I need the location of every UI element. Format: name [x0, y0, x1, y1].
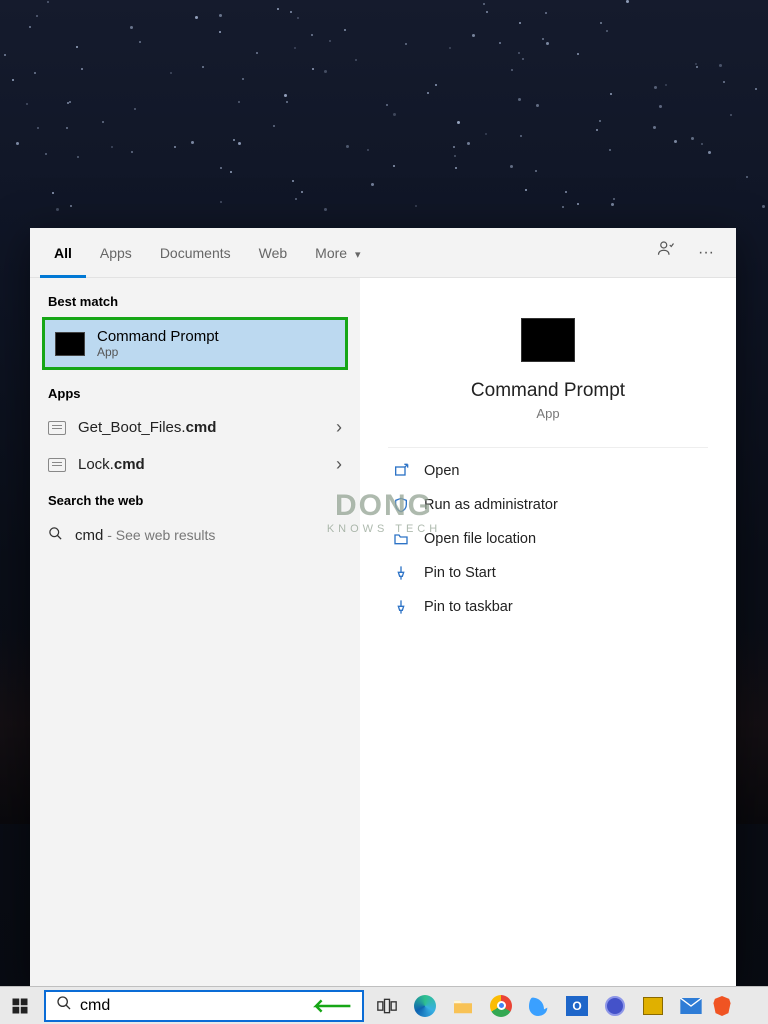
action-open[interactable]: Open	[380, 454, 716, 488]
taskbar-task-view[interactable]	[368, 987, 406, 1024]
start-button[interactable]	[0, 987, 40, 1024]
app-result-label: Get_Boot_Files.cmd	[78, 419, 216, 436]
taskbar: O	[0, 986, 768, 1024]
feedback-icon[interactable]	[646, 228, 686, 278]
best-match-result[interactable]: Command Prompt App	[42, 317, 348, 370]
taskbar-app-7[interactable]	[634, 987, 672, 1024]
action-pin-start[interactable]: Pin to Start	[380, 556, 716, 590]
best-match-title: Command Prompt	[97, 328, 219, 345]
cmd-file-icon	[48, 421, 66, 435]
action-pin-taskbar[interactable]: Pin to taskbar	[380, 590, 716, 624]
app-result-0[interactable]: Get_Boot_Files.cmd ›	[30, 409, 360, 446]
tab-more[interactable]: More ▾	[301, 228, 374, 278]
action-run-admin[interactable]: Run as administrator	[380, 488, 716, 522]
cmd-file-icon	[48, 458, 66, 472]
taskbar-app-6[interactable]	[596, 987, 634, 1024]
chevron-right-icon: ›	[336, 417, 342, 438]
app-result-label: Lock.cmd	[78, 456, 145, 473]
taskbar-app-chrome[interactable]	[482, 987, 520, 1024]
action-label: Pin to taskbar	[424, 599, 513, 615]
action-label: Run as administrator	[424, 497, 558, 513]
chevron-down-icon: ▾	[355, 249, 361, 261]
taskbar-app-outlook[interactable]: O	[558, 987, 596, 1024]
more-options-icon[interactable]: ···	[686, 228, 726, 278]
tab-all[interactable]: All	[40, 228, 86, 278]
preview-subtitle: App	[380, 406, 716, 421]
pin-icon	[392, 598, 410, 616]
web-result-label: cmd - See web results	[75, 527, 215, 544]
taskbar-app-brave[interactable]	[710, 987, 734, 1024]
taskbar-search-box[interactable]	[44, 990, 364, 1022]
taskbar-app-edge[interactable]	[406, 987, 444, 1024]
search-icon	[48, 526, 63, 545]
chevron-right-icon: ›	[336, 454, 342, 475]
best-match-subtitle: App	[97, 345, 219, 359]
taskbar-app-4[interactable]	[520, 987, 558, 1024]
preview-column: Command Prompt App Open Run as administr…	[360, 278, 736, 986]
open-icon	[392, 462, 410, 480]
search-icon	[56, 995, 72, 1016]
tab-apps[interactable]: Apps	[86, 228, 146, 278]
pin-icon	[392, 564, 410, 582]
results-column: Best match Command Prompt App Apps Get_B…	[30, 278, 360, 986]
section-apps: Apps	[30, 376, 360, 409]
search-input[interactable]	[80, 997, 304, 1015]
divider	[388, 447, 708, 448]
app-result-1[interactable]: Lock.cmd ›	[30, 446, 360, 483]
tab-web[interactable]: Web	[245, 228, 302, 278]
action-open-location[interactable]: Open file location	[380, 522, 716, 556]
windows-search-panel: All Apps Documents Web More ▾ ··· Best m…	[30, 228, 736, 986]
action-label: Open	[424, 463, 459, 479]
taskbar-app-mail[interactable]	[672, 987, 710, 1024]
command-prompt-icon	[55, 332, 85, 356]
shield-admin-icon	[392, 496, 410, 514]
annotation-arrow-icon	[312, 997, 352, 1015]
section-best-match: Best match	[30, 284, 360, 317]
action-label: Pin to Start	[424, 565, 496, 581]
tab-more-label: More	[315, 245, 347, 261]
taskbar-app-file-explorer[interactable]	[444, 987, 482, 1024]
preview-title: Command Prompt	[380, 380, 716, 402]
preview-app-icon	[521, 318, 575, 362]
action-label: Open file location	[424, 531, 536, 547]
web-search-result[interactable]: cmd - See web results	[30, 516, 360, 555]
tab-documents[interactable]: Documents	[146, 228, 245, 278]
search-tab-row: All Apps Documents Web More ▾ ···	[30, 228, 736, 278]
section-search-web: Search the web	[30, 483, 360, 516]
folder-icon	[392, 530, 410, 548]
